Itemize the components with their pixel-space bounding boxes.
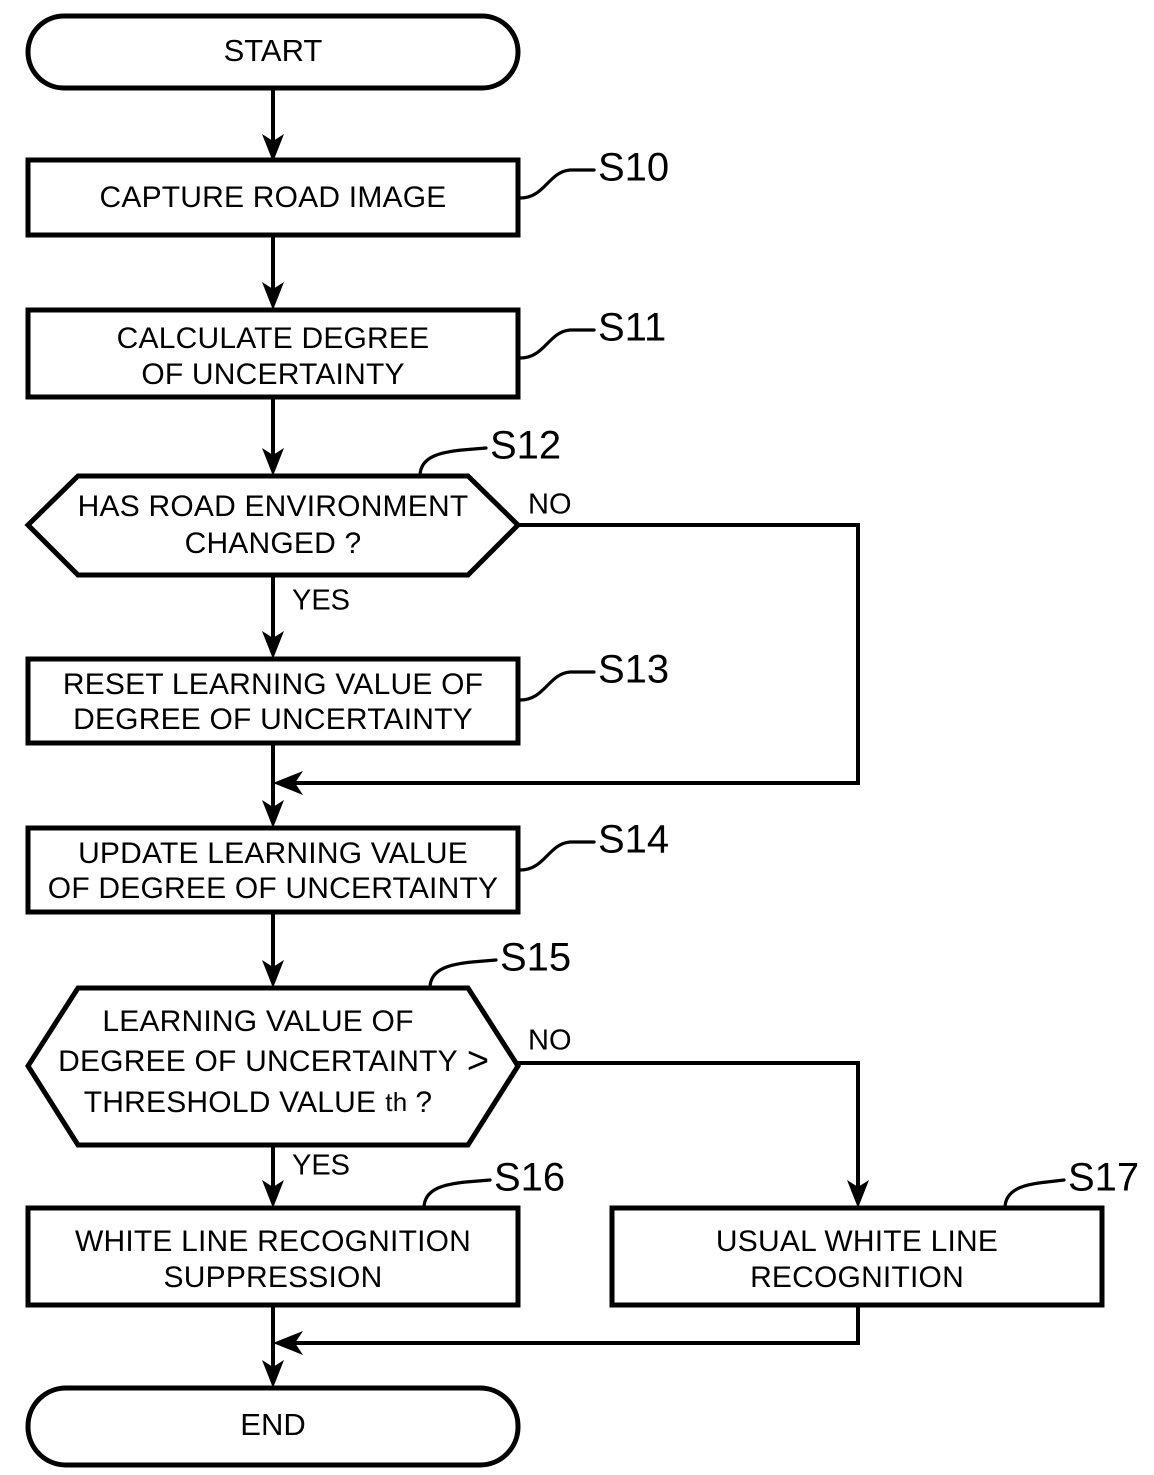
node-s13-label-line1: RESET LEARNING VALUE OF xyxy=(63,668,483,701)
node-s15-threshold-text: THRESHOLD VALUE xyxy=(84,1086,377,1119)
reference-numeral-s17: S17 xyxy=(1068,1156,1139,1200)
node-s15-label-line2: DEGREE OF UNCERTAINTY xyxy=(58,1045,458,1078)
leader-line-s15 xyxy=(428,958,498,990)
node-s14-label-line1: UPDATE LEARNING VALUE xyxy=(78,837,468,870)
node-s16-label-line2: SUPPRESSION xyxy=(164,1261,383,1294)
reference-numeral-s13: S13 xyxy=(598,648,669,692)
reference-numeral-s15: S15 xyxy=(500,936,571,980)
node-s15-threshold-token: th xyxy=(385,1087,407,1117)
reference-numeral-s12: S12 xyxy=(490,424,561,468)
leader-line-s17 xyxy=(1003,1178,1066,1210)
node-s12-label-line1: HAS ROAD ENVIRONMENT xyxy=(78,490,469,523)
node-s15: LEARNING VALUE OF DEGREE OF UNCERTAINTY … xyxy=(25,985,521,1148)
reference-numeral-s10: S10 xyxy=(598,146,669,190)
leader-line-s11 xyxy=(518,328,596,360)
node-s17-label-line2: RECOGNITION xyxy=(750,1261,964,1294)
node-end: END xyxy=(25,1385,521,1468)
node-s10-label-line1: CAPTURE ROAD IMAGE xyxy=(100,181,447,214)
flowchart-diagram: START CAPTURE ROAD IMAGE S10 CALCULATE D… xyxy=(0,0,1154,1475)
edge-s15-no-to-s17 xyxy=(518,1061,869,1208)
node-s17: USUAL WHITE LINE RECOGNITION xyxy=(609,1205,1105,1308)
leader-line-s12 xyxy=(418,446,488,478)
node-s16: WHITE LINE RECOGNITION SUPPRESSION xyxy=(25,1205,521,1308)
node-s12: HAS ROAD ENVIRONMENT CHANGED ? xyxy=(24,473,522,578)
edge-s15-yes-to-s16 xyxy=(262,1145,284,1208)
node-s12-label-line2: CHANGED ? xyxy=(185,527,362,560)
branch-label-s12-yes: YES xyxy=(292,585,350,617)
reference-numeral-s11: S11 xyxy=(598,306,666,350)
node-start-label: START xyxy=(224,33,323,68)
edge-s17-to-end xyxy=(273,1305,860,1355)
flowchart-canvas: START CAPTURE ROAD IMAGE S10 CALCULATE D… xyxy=(24,13,1139,1468)
node-s17-label-line1: USUAL WHITE LINE xyxy=(716,1225,998,1258)
node-start: START xyxy=(25,13,521,91)
node-s15-label-line1: LEARNING VALUE OF xyxy=(102,1005,413,1038)
edge-start-to-s10 xyxy=(262,88,284,162)
node-s11-label-line2: OF UNCERTAINTY xyxy=(141,358,404,391)
leader-line-s10 xyxy=(518,168,596,200)
branch-label-s12-no: NO xyxy=(528,489,572,521)
branch-label-s15-no: NO xyxy=(528,1025,572,1057)
comparison-operator-glyph: > xyxy=(467,1040,489,1082)
node-s11-label-line1: CALCULATE DEGREE xyxy=(117,322,430,355)
edge-s12-yes-to-s13 xyxy=(262,575,284,659)
node-s14-label-line2: OF DEGREE OF UNCERTAINTY xyxy=(48,872,498,905)
reference-numeral-s16: S16 xyxy=(494,1156,565,1200)
node-s15-question-mark: ? xyxy=(415,1086,432,1119)
node-s13-label-line2: DEGREE OF UNCERTAINTY xyxy=(73,703,473,736)
node-end-label: END xyxy=(240,1407,305,1442)
node-s14: UPDATE LEARNING VALUE OF DEGREE OF UNCER… xyxy=(25,825,521,915)
branch-label-s15-yes: YES xyxy=(292,1150,350,1182)
edge-s10-to-s11 xyxy=(262,235,284,310)
edge-s11-to-s12 xyxy=(262,397,284,476)
edge-s14-to-s15 xyxy=(262,912,284,988)
node-s11: CALCULATE DEGREE OF UNCERTAINTY xyxy=(25,307,521,400)
reference-numeral-s14: S14 xyxy=(598,818,669,862)
edge-s16-to-end xyxy=(262,1305,284,1388)
leader-line-s14 xyxy=(518,840,596,872)
node-s10: CAPTURE ROAD IMAGE xyxy=(25,157,521,238)
leader-line-s13 xyxy=(518,670,596,702)
node-s13: RESET LEARNING VALUE OF DEGREE OF UNCERT… xyxy=(25,656,521,746)
leader-line-s16 xyxy=(422,1178,492,1210)
node-s16-label-line1: WHITE LINE RECOGNITION xyxy=(75,1225,471,1258)
